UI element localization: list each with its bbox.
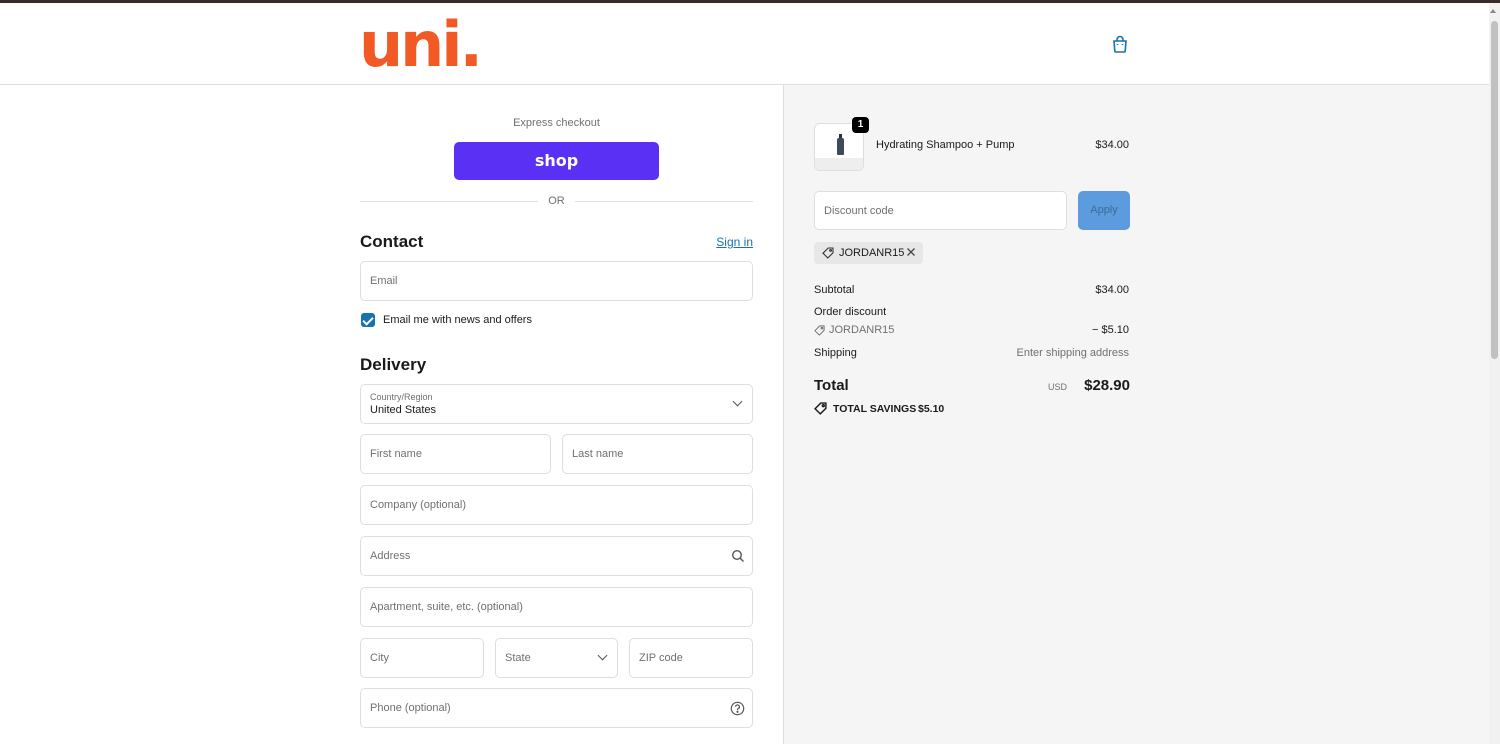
country-label: Country/Region	[370, 392, 433, 402]
chevron-down-icon	[597, 650, 608, 661]
company-placeholder: Company (optional)	[370, 499, 466, 511]
applied-discount-chip: JORDANR15	[814, 242, 923, 264]
site-header: uni.	[0, 3, 1489, 85]
savings-value: $5.10	[918, 403, 945, 415]
email-field[interactable]: Email	[360, 261, 753, 301]
state-select[interactable]: State	[495, 638, 618, 678]
checkout-form-panel: Express checkout shop OR Contact Sign in…	[0, 85, 784, 744]
phone-placeholder: Phone (optional)	[370, 702, 451, 714]
subtotal-label: Subtotal	[814, 284, 855, 296]
total-value: $28.90	[1084, 377, 1130, 394]
shopping-bag-icon[interactable]	[1110, 34, 1130, 54]
currency-code: USD	[1048, 382, 1068, 392]
apply-button[interactable]: Apply	[1078, 191, 1130, 230]
country-value: United States	[370, 404, 437, 416]
first-name-field[interactable]: First name	[360, 434, 551, 474]
scroll-up-arrow-icon[interactable]	[1490, 9, 1496, 13]
last-name-placeholder: Last name	[572, 448, 624, 460]
newsletter-checkbox[interactable]	[361, 313, 375, 327]
express-checkout-label: Express checkout	[513, 117, 600, 129]
order-summary-panel: 1 Hydrating Shampoo + Pump $34.00 Discou…	[784, 85, 1489, 744]
total-label: Total	[814, 377, 849, 394]
chevron-down-icon	[732, 396, 743, 407]
phone-field[interactable]: Phone (optional)	[360, 688, 753, 728]
discount-placeholder: Discount code	[824, 205, 894, 217]
discount-code-field[interactable]: Discount code	[814, 191, 1067, 230]
company-field[interactable]: Company (optional)	[360, 485, 753, 525]
shipping-label: Shipping	[814, 347, 857, 359]
country-select[interactable]: Country/Region United States	[360, 384, 753, 424]
sign-in-link[interactable]: Sign in	[700, 235, 753, 249]
subtotal-value: $34.00	[1095, 284, 1129, 296]
product-price: $34.00	[1095, 139, 1129, 151]
contact-heading: Contact	[360, 232, 424, 251]
quantity-badge: 1	[852, 117, 869, 133]
order-discount-label: Order discount	[814, 306, 887, 318]
first-name-placeholder: First name	[370, 448, 422, 460]
savings-label: TOTAL SAVINGS	[833, 403, 917, 415]
last-name-field[interactable]: Last name	[562, 434, 753, 474]
city-field[interactable]: City	[360, 638, 484, 678]
email-placeholder: Email	[370, 275, 398, 287]
newsletter-label: Email me with news and offers	[383, 314, 532, 326]
zip-placeholder: ZIP code	[639, 652, 683, 664]
remove-discount-icon[interactable]	[905, 246, 917, 258]
city-placeholder: City	[370, 652, 389, 664]
discount-value: − $5.10	[1091, 324, 1129, 336]
zip-field[interactable]: ZIP code	[629, 638, 753, 678]
tag-icon	[814, 325, 825, 336]
shop-pay-button[interactable]: shop	[454, 142, 659, 180]
divider-left	[360, 201, 538, 202]
applied-code: JORDANR15	[839, 247, 905, 259]
delivery-heading: Delivery	[360, 355, 427, 374]
tag-icon	[822, 247, 834, 259]
scrollbar-thumb[interactable]	[1491, 21, 1498, 359]
discount-code-label: JORDANR15	[829, 324, 895, 336]
divider-right	[575, 201, 753, 202]
help-icon[interactable]	[730, 701, 745, 716]
thumbnail-base	[815, 158, 863, 170]
apartment-field[interactable]: Apartment, suite, etc. (optional)	[360, 587, 753, 627]
product-image	[837, 134, 844, 155]
state-placeholder: State	[505, 652, 531, 664]
tag-icon	[814, 402, 827, 415]
apartment-placeholder: Apartment, suite, etc. (optional)	[370, 601, 523, 613]
address-field[interactable]: Address	[360, 536, 753, 576]
brand-logo[interactable]: uni.	[359, 14, 483, 76]
product-name: Hydrating Shampoo + Pump	[876, 139, 1015, 151]
address-placeholder: Address	[370, 550, 411, 562]
shipping-value: Enter shipping address	[1016, 347, 1129, 359]
page-scrollbar[interactable]	[1489, 3, 1500, 744]
search-icon	[731, 549, 744, 562]
or-divider-text: OR	[548, 195, 565, 207]
